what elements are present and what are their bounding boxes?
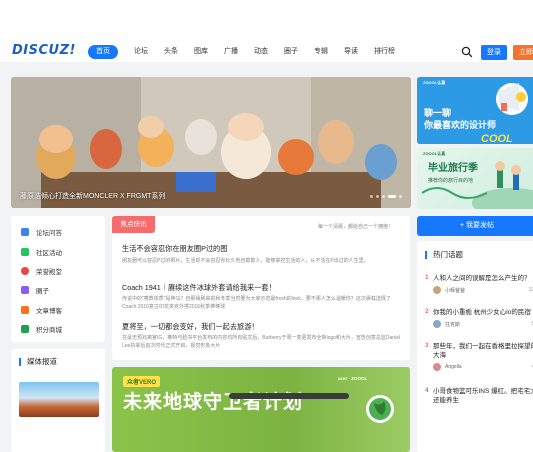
ad-headline: 毕业旅行季 推荐你的旅行目的地 [428, 162, 478, 188]
avatar[interactable] [433, 286, 441, 294]
hot-topic-item[interactable]: 1 人和人之间的误解是怎么产生的？ 小辉爸爸 128 [425, 274, 533, 294]
media-thumbnail[interactable] [19, 382, 99, 417]
medal-icon [21, 267, 29, 275]
hero-image [11, 77, 411, 208]
hot-user[interactable]: 往克斯 [445, 321, 531, 328]
ad-headline: 聊一聊 你最喜欢的设计师 [424, 107, 496, 131]
article-title[interactable]: Coach 1941｜赓续这件冰球外套请给我来一套！ [122, 283, 276, 293]
sidebar-item-honors[interactable]: 荣誉殿堂 [21, 266, 62, 276]
nav-item-circles[interactable]: 圈子 [284, 45, 298, 59]
ad-headline-line1: 聊一聊 [424, 108, 452, 118]
new-post-button[interactable]: + 我要发帖 [417, 216, 533, 236]
article-title[interactable]: 夏将至，一切都会变好，我们一起去旅游！ [122, 322, 259, 332]
carousel-dot[interactable] [382, 195, 385, 198]
carousel-dot[interactable] [399, 195, 402, 198]
activity-icon [21, 248, 29, 256]
sidebar-item-blog[interactable]: 文章博客 [21, 305, 62, 315]
hot-user[interactable]: Angella [445, 364, 531, 370]
earth-guardian-banner[interactable]: 众者VERO acer · ZOOOL 未来地球守卫者计划 [112, 367, 410, 452]
banner-brand: acer · ZOOOL [338, 376, 368, 381]
panel-note: 每一个清晨，都给自己一个拥抱！ [318, 224, 394, 230]
article-title[interactable]: 生活不会容忍你在朋友圈P过的图 [122, 244, 227, 254]
sidebar-item-activities[interactable]: 社区活动 [21, 247, 62, 257]
hot-count: 128 [528, 287, 533, 293]
ad-designer-banner[interactable]: ZOOOL认真 聊一聊 你最喜欢的设计师 COOL OPINIO [417, 77, 533, 144]
hot-rank: 3 [425, 342, 429, 349]
sidebar-item-label: 积分商城 [36, 327, 62, 334]
top-header: DISCUZ! 首页 论坛 头条 图库 广播 动态 圈子 专辑 导读 排行榜 登… [0, 0, 533, 62]
banner-overlay-bar [229, 393, 349, 399]
hot-topic-text[interactable]: 人和人之间的误解是怎么产生的？ [433, 274, 533, 283]
sidebar-item-shop[interactable]: 积分商城 [21, 324, 62, 334]
panel-title: 媒体报道 [19, 358, 57, 366]
sidebar-item-label: 圈子 [36, 288, 49, 295]
hot-topic-item[interactable]: 2 你我的小重栀 杭州少女心lo的民宿 往克斯 56 [425, 308, 533, 328]
site-logo[interactable]: DISCUZ! [12, 43, 76, 58]
article-desc: 在毫无预兆离官IG，推特与脸书平台发布的内容均所有贴文后，Burberry于周一… [122, 335, 401, 349]
ad-travel-banner[interactable]: ZOOOL认真 毕业旅行季 推荐你的旅行目的地 [417, 148, 533, 209]
sidebar-item-label: 荣誉殿堂 [36, 269, 62, 276]
hot-meta: 往克斯 56 [425, 320, 533, 328]
hot-rank: 1 [425, 274, 429, 281]
nav-item-guide[interactable]: 导读 [344, 45, 358, 59]
nav-item-feed[interactable]: 动态 [254, 45, 268, 59]
hot-rank: 4 [425, 387, 429, 394]
ad-slogan: COOL OPINIO [481, 133, 513, 144]
ad-headline-line2: 推荐你的旅行目的地 [428, 178, 474, 184]
ad-headline-line2: 你最喜欢的设计师 [424, 120, 497, 130]
article-desc: 朋友圈可以容忍P过的照片，生活却不会容忍你长久地自欺欺人，能够掌控生活的人，从不… [122, 258, 369, 264]
sidebar-item-label: 社区活动 [36, 250, 62, 257]
nav-item-albums[interactable]: 专辑 [314, 45, 328, 59]
hot-topics-panel: 热门话题 1 人和人之间的误解是怎么产生的？ 小辉爸爸 128 2 你我的小重栀 杭… [417, 241, 533, 452]
hot-meta: 小辉爸爸 128 [425, 286, 533, 294]
qa-icon [21, 228, 29, 236]
media-reports-panel: 媒体报道 [11, 349, 105, 452]
login-button[interactable]: 登录 [481, 45, 507, 60]
hot-user[interactable]: 小辉爸爸 [445, 287, 529, 294]
nav-item-ranking[interactable]: 排行榜 [374, 45, 395, 59]
avatar[interactable] [433, 363, 441, 371]
sidebar-item-circles[interactable]: 圈子 [21, 285, 49, 295]
ad-brand: ZOOOL认真 [423, 151, 446, 156]
sidebar-item-qa[interactable]: 论坛问答 [21, 227, 62, 237]
banner-headline: 未来地球守卫者计划 [123, 392, 304, 413]
nav-item-gallery[interactable]: 图库 [194, 45, 208, 59]
main-nav: 首页 论坛 头条 图库 广播 动态 圈子 专辑 导读 排行榜 [88, 45, 411, 59]
hero-carousel[interactable]: 藤原浩倾心打造全新MONCLER X FRGMT系列 [11, 77, 411, 208]
hot-topic-item[interactable]: 4 小哥食物篮可乐INS 爆红。把宅宅大还能养生 [425, 387, 533, 405]
nav-item-headlines[interactable]: 头条 [164, 45, 178, 59]
hot-rank: 2 [425, 308, 429, 315]
hot-topic-text[interactable]: 小哥食物篮可乐INS 爆红。把宅宅大还能养生 [433, 387, 533, 405]
hero-caption[interactable]: 藤原浩倾心打造全新MONCLER X FRGMT系列 [20, 191, 165, 201]
carousel-dot-active[interactable] [388, 195, 396, 198]
quick-links-sidebar: 论坛问答 社区活动 荣誉殿堂 圈子 文章博客 积分商城 [11, 216, 105, 342]
hot-topic-text[interactable]: 你我的小重栀 杭州少女心lo的民宿 [433, 308, 533, 317]
hot-topic-text[interactable]: 那些年，我们一起在香格里拉探望的大海 [433, 342, 533, 360]
sidebar-item-label: 论坛问答 [36, 230, 62, 237]
nav-item-broadcast[interactable]: 广播 [224, 45, 238, 59]
search-icon[interactable] [461, 46, 473, 58]
nav-item-home[interactable]: 首页 [88, 45, 118, 59]
ad-brand: ZOOOL认真 [423, 80, 446, 85]
register-button[interactable]: 立即 [513, 45, 533, 60]
sidebar-item-label: 文章博客 [36, 308, 62, 315]
shop-icon [21, 325, 29, 333]
panel-title: 热门话题 [425, 251, 463, 259]
ad-headline-line1: 毕业旅行季 [428, 163, 478, 174]
banner-tag: 众者VERO [123, 376, 161, 387]
blog-icon [21, 306, 29, 314]
tab-focus-news[interactable]: 焦点快讯 [112, 216, 155, 233]
focus-news-panel: 焦点快讯 每一个清晨，都给自己一个拥抱！ 生活不会容忍你在朋友圈P过的图 朋友圈… [112, 216, 410, 360]
circle-group-icon [21, 286, 29, 294]
avatar[interactable] [433, 320, 441, 328]
hot-meta: Angella 44 [425, 363, 533, 371]
carousel-dot[interactable] [370, 195, 373, 198]
article-desc: 传说中的"嗜数体质"是神马？自那缘刷来的秋冬季当然要为大家示范最fresh的lo… [122, 296, 391, 310]
hot-topic-item[interactable]: 3 那些年，我们一起在香格里拉探望的大海 Angella 44 [425, 342, 533, 371]
carousel-dot[interactable] [376, 195, 379, 198]
carousel-dots [370, 195, 402, 198]
nav-item-forum[interactable]: 论坛 [134, 45, 148, 59]
